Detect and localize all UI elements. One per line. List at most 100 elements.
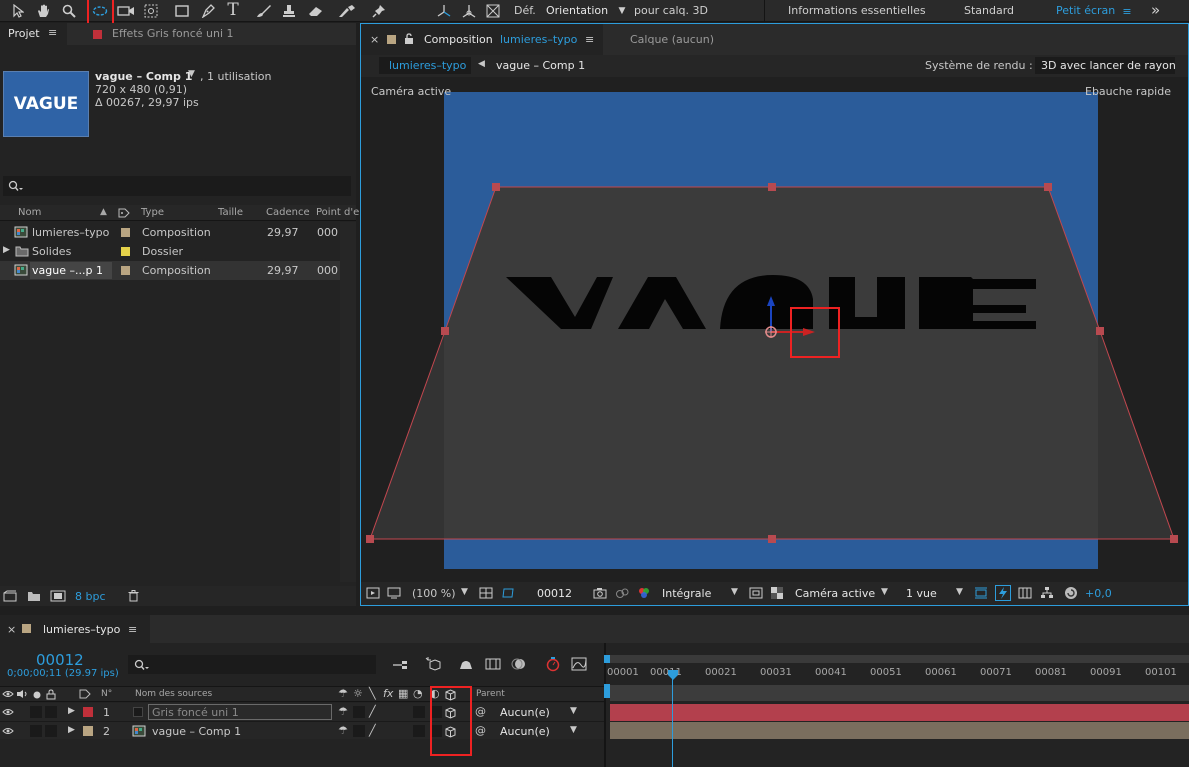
camera-tool-icon[interactable] bbox=[116, 2, 136, 20]
layer-row[interactable]: ▶ 1 Gris foncé uni 1 ☂ ╱ @ Aucun(e) ▼ bbox=[0, 703, 604, 721]
timeline-close-icon[interactable]: × bbox=[7, 623, 16, 636]
views-dropdown-icon[interactable]: ▼ bbox=[956, 587, 963, 597]
clone-stamp-tool-icon[interactable] bbox=[280, 2, 298, 20]
graph-editor-icon[interactable] bbox=[569, 656, 589, 672]
zoom-tool-icon[interactable] bbox=[60, 2, 78, 20]
rectangle-tool-icon[interactable] bbox=[173, 2, 191, 20]
project-row[interactable]: ▶ Solides Dossier bbox=[0, 242, 340, 261]
collapse-header-icon[interactable]: ☼ bbox=[353, 687, 363, 700]
project-tab-label[interactable]: Projet bbox=[8, 27, 40, 40]
resolution-select[interactable]: Intégrale bbox=[662, 587, 711, 600]
snapshot-camera-icon[interactable] bbox=[592, 586, 608, 600]
hand-tool-icon[interactable] bbox=[34, 2, 52, 20]
lock-header-icon[interactable] bbox=[45, 688, 57, 700]
timeline-search-input[interactable] bbox=[128, 655, 376, 674]
graph-editor-stopwatch-icon[interactable] bbox=[544, 655, 562, 673]
layer-handle[interactable] bbox=[768, 183, 776, 191]
renderer-value[interactable]: 3D avec lancer de rayon bbox=[1041, 59, 1176, 72]
interpret-footage-icon[interactable] bbox=[2, 589, 18, 603]
motion-blur-icon[interactable] bbox=[510, 656, 528, 672]
sort-ascending-icon[interactable]: ▲ bbox=[100, 207, 107, 217]
show-snapshot-icon[interactable] bbox=[614, 586, 630, 600]
comp-viewer[interactable]: Caméra active Ebauche rapide bbox=[361, 77, 1188, 582]
frame-blending-icon[interactable] bbox=[484, 656, 502, 672]
col-num-header[interactable]: N° bbox=[101, 689, 112, 699]
bit-depth-button[interactable]: 8 bpc bbox=[75, 590, 106, 603]
layer-parent[interactable]: Aucun(e) bbox=[500, 725, 550, 738]
pen-tool-icon[interactable] bbox=[199, 2, 217, 20]
layer-tab-label[interactable]: Calque (aucun) bbox=[630, 33, 714, 46]
brush-tool-icon[interactable] bbox=[254, 2, 274, 20]
layer-handle[interactable] bbox=[1170, 535, 1178, 543]
layer-handle[interactable] bbox=[1096, 327, 1104, 335]
layer-shy-switch-icon[interactable]: ☂ bbox=[338, 724, 348, 737]
composition-mini-flowchart-icon[interactable] bbox=[391, 657, 409, 673]
effects-tab-label[interactable]: Effets Gris foncé uni 1 bbox=[112, 27, 234, 40]
color-channels-icon[interactable] bbox=[636, 586, 652, 600]
lock-checkbox[interactable] bbox=[45, 725, 57, 737]
close-tab-icon[interactable]: × bbox=[370, 33, 379, 46]
orientation-dropdown-icon[interactable]: ▼ bbox=[616, 4, 628, 18]
layer-handle[interactable] bbox=[366, 535, 374, 543]
project-row-selected[interactable]: vague –...p 1 Composition 29,97 000 bbox=[0, 261, 340, 280]
exposure-reset-icon[interactable] bbox=[1063, 585, 1079, 601]
layer-expand-icon[interactable]: ▶ bbox=[68, 706, 75, 716]
zoom-value[interactable]: (100 %) bbox=[412, 587, 456, 600]
roto-brush-tool-icon[interactable] bbox=[336, 2, 358, 20]
work-area-bar[interactable] bbox=[607, 655, 1189, 663]
lock-checkbox[interactable] bbox=[45, 706, 57, 718]
timeline-tab-label[interactable]: lumieres–typo bbox=[43, 623, 120, 636]
solo-checkbox[interactable] bbox=[30, 706, 42, 718]
project-panel-menu-icon[interactable]: ≡ bbox=[48, 26, 57, 39]
workspace-menu-icon[interactable]: ≡ bbox=[1120, 3, 1134, 19]
layer-visibility-eye-icon[interactable] bbox=[1, 706, 15, 718]
timeline-current-time[interactable]: 00012 bbox=[36, 651, 84, 669]
col-source-header[interactable]: Nom des sources bbox=[135, 689, 212, 699]
trash-icon[interactable] bbox=[126, 589, 140, 603]
col-point-header[interactable]: Point d'e bbox=[316, 207, 359, 218]
playhead-line[interactable] bbox=[672, 671, 673, 767]
label-tag-icon[interactable] bbox=[117, 206, 131, 220]
layer1-duration-bar[interactable] bbox=[610, 704, 1189, 721]
col-name-header[interactable]: Nom bbox=[18, 207, 41, 218]
layer-row[interactable]: ▶ 2 vague – Comp 1 ☂ ╱ @ Aucun(e) ▼ bbox=[0, 721, 604, 739]
new-composition-icon[interactable] bbox=[49, 589, 67, 603]
motion-blur-header-icon[interactable]: ◔ bbox=[413, 687, 423, 700]
col-rate-header[interactable]: Cadence bbox=[266, 207, 310, 218]
project-scrollbar[interactable] bbox=[340, 222, 356, 582]
local-axis-mode-icon[interactable] bbox=[434, 2, 454, 20]
quality-header-icon[interactable]: ╲ bbox=[369, 687, 376, 700]
draft-3d-icon[interactable] bbox=[424, 655, 442, 673]
hide-shy-layers-icon[interactable] bbox=[457, 656, 475, 672]
playhead-handle-icon[interactable] bbox=[666, 669, 679, 681]
layer-handle[interactable] bbox=[1044, 183, 1052, 191]
shy-header-icon[interactable]: ☂ bbox=[338, 687, 348, 700]
eraser-tool-icon[interactable] bbox=[306, 2, 326, 20]
camera-view-select[interactable]: Caméra active bbox=[795, 587, 875, 600]
workspace-overflow-button[interactable]: » bbox=[1151, 1, 1160, 19]
layer-shy-switch-icon[interactable]: ☂ bbox=[338, 705, 348, 718]
layer-label-color[interactable] bbox=[83, 726, 93, 736]
layer-quality-switch-icon[interactable]: ╱ bbox=[369, 724, 376, 737]
layer-handle[interactable] bbox=[441, 327, 449, 335]
workspace-standard[interactable]: Standard bbox=[964, 4, 1014, 17]
parent-dropdown-icon[interactable]: ▼ bbox=[570, 706, 577, 716]
always-preview-icon[interactable] bbox=[365, 586, 381, 600]
current-timecode[interactable]: 00012 bbox=[537, 587, 572, 600]
label-color-swatch[interactable] bbox=[121, 247, 130, 256]
monitor-icon[interactable] bbox=[386, 586, 402, 600]
layer-collapse-switch[interactable] bbox=[353, 725, 365, 737]
workspace-essentials[interactable]: Informations essentielles bbox=[788, 4, 926, 17]
world-axis-mode-icon[interactable] bbox=[459, 2, 479, 20]
comp-tab-prefix[interactable]: Composition bbox=[424, 33, 493, 46]
region-of-interest-icon[interactable] bbox=[748, 586, 764, 600]
orientation-label[interactable]: Orientation bbox=[546, 4, 608, 17]
parent-pickwhip-icon[interactable]: @ bbox=[475, 705, 486, 718]
text-tool-icon[interactable]: T bbox=[224, 0, 242, 20]
layer-name[interactable]: vague – Comp 1 bbox=[152, 725, 241, 738]
layer-handle[interactable] bbox=[492, 183, 500, 191]
project-search-input[interactable] bbox=[3, 176, 351, 196]
view-axis-mode-icon[interactable] bbox=[483, 2, 503, 20]
label-header-icon[interactable] bbox=[78, 688, 92, 700]
layer-handle[interactable] bbox=[768, 535, 776, 543]
